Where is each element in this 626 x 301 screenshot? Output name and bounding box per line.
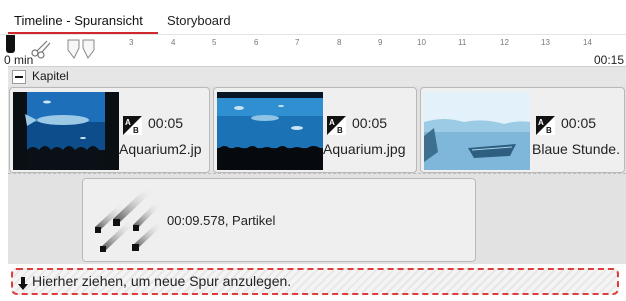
clip-blaue-stunde[interactable]: A B 00:05 Blaue Stunde. xyxy=(420,87,625,173)
transition-ab-icon[interactable]: A B xyxy=(536,116,555,135)
track-header: Kapitel xyxy=(8,66,626,86)
ruler-tick: 11 xyxy=(458,38,467,47)
clip-thumbnail xyxy=(424,92,530,170)
transition-ab-icon[interactable]: A B xyxy=(123,116,142,135)
ruler-start-label: 0 min xyxy=(4,53,34,66)
ruler-tick: 10 xyxy=(417,38,426,47)
svg-text:A: A xyxy=(538,118,544,127)
track-title: Kapitel xyxy=(32,69,69,83)
clip-filename: Aquarium.jpg xyxy=(323,141,406,157)
clip-duration: 00:05 xyxy=(148,115,184,131)
effect-track-lane: 00:09.578, Partikel xyxy=(8,174,626,264)
svg-text:A: A xyxy=(329,118,335,127)
ruler-tick: 3 xyxy=(129,38,134,47)
svg-text:B: B xyxy=(337,126,343,135)
dropzone-text: Hierher ziehen, um neue Spur anzulegen. xyxy=(32,273,292,289)
tab-timeline[interactable]: Timeline - Spuransicht xyxy=(8,10,158,34)
new-track-dropzone[interactable]: Hierher ziehen, um neue Spur anzulegen. xyxy=(11,268,619,295)
ruler-tick: 8 xyxy=(337,38,342,47)
collapse-icon[interactable] xyxy=(12,70,26,84)
clip-thumbnail xyxy=(13,92,119,170)
ruler-tick: 5 xyxy=(212,38,217,47)
svg-text:B: B xyxy=(133,126,139,135)
clip-particle-effect[interactable]: 00:09.578, Partikel xyxy=(82,178,476,262)
scissors-icon[interactable] xyxy=(30,38,52,65)
tab-storyboard[interactable]: Storyboard xyxy=(161,10,245,34)
ruler-tick: 14 xyxy=(583,38,592,47)
ruler-tick: 7 xyxy=(295,38,300,47)
image-track-lane: A B 00:05 Aquarium2.jp A B 00:05 Aquariu… xyxy=(8,86,626,174)
ruler-end-label: 00:15 xyxy=(594,53,625,66)
particle-effect-icon xyxy=(87,183,167,261)
effect-clip-label: 00:09.578, Partikel xyxy=(167,213,276,228)
playhead-marker[interactable] xyxy=(6,35,15,53)
ruler-tick: 9 xyxy=(378,38,383,47)
clip-aquarium[interactable]: A B 00:05 Aquarium.jpg xyxy=(213,87,417,173)
arrow-down-icon xyxy=(18,275,28,298)
clip-duration: 00:05 xyxy=(561,115,597,131)
tab-bar: Timeline - Spuransicht Storyboard xyxy=(0,0,626,34)
transition-ab-icon[interactable]: A B xyxy=(327,116,346,135)
ruler-tick: 4 xyxy=(171,38,176,47)
clip-filename: Blaue Stunde. xyxy=(532,141,620,157)
svg-text:A: A xyxy=(125,118,131,127)
ruler-tick: 13 xyxy=(541,38,550,47)
clip-duration: 00:05 xyxy=(352,115,388,131)
ruler-tick: 12 xyxy=(500,38,509,47)
marker-icon[interactable] xyxy=(66,38,98,65)
ruler-tick: 6 xyxy=(254,38,259,47)
clip-filename: Aquarium2.jp xyxy=(119,141,202,157)
time-ruler[interactable]: 0 min 3 4 5 6 7 8 9 10 11 12 13 14 00:15 xyxy=(0,34,626,66)
clip-thumbnail xyxy=(217,92,323,170)
svg-text:B: B xyxy=(546,126,552,135)
clip-aquarium2[interactable]: A B 00:05 Aquarium2.jp xyxy=(9,87,210,173)
